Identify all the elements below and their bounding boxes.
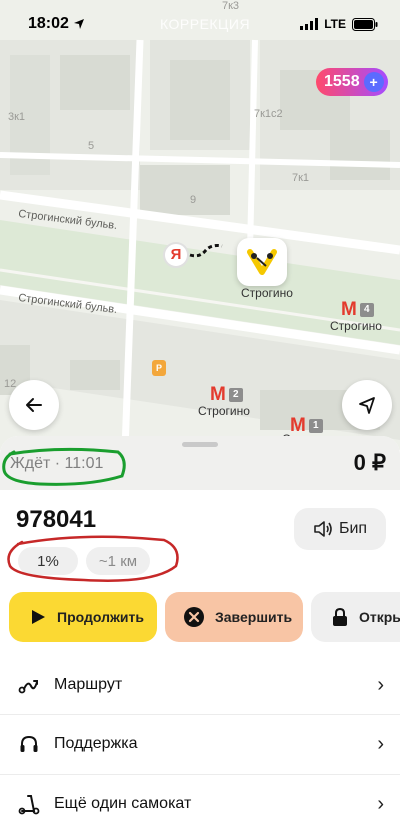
building-number: 7к1с2 [254,108,283,120]
scooter-pin-icon [247,249,277,275]
metro-station-name: Строгино [330,319,382,333]
battery-level-chip: 1% [18,547,78,575]
navigation-arrow-icon [359,397,375,414]
yandex-pin-icon: Я [163,242,189,268]
menu-item-another-scooter[interactable]: Ещё один самокат › [0,775,400,824]
building-number: 3к1 [8,111,26,123]
finish-label: Завершить [215,609,293,625]
continue-button[interactable]: Продолжить [9,592,157,642]
chevron-right-icon: › [377,732,384,755]
network-type: LTE [324,17,346,31]
menu-item-label: Маршрут [54,676,123,693]
headphones-icon [20,735,38,752]
plus-points-badge[interactable]: 1558 + [316,68,388,96]
metro-line-number: 4 [359,303,374,317]
battery-icon [352,17,378,31]
metro-line-number: 2 [228,388,243,402]
continue-label: Продолжить [57,609,144,625]
sheet-header: Ждёт · 11:01 0 ₽ [0,436,400,490]
menu-item-label: Поддержка [54,735,138,752]
clock-time: 18:02 [28,15,69,32]
menu-item-route[interactable]: Маршрут › [0,656,400,714]
scooter-icon [18,795,40,815]
lock-label: Откры [359,609,400,625]
metro-station-marker[interactable]: M 2 [210,384,243,406]
beep-button[interactable]: Бип [294,508,386,550]
building-number: 5 [88,140,95,152]
signal-icon [300,18,319,30]
scooter-number: 978041 [16,506,97,533]
back-button[interactable] [9,380,59,430]
chevron-right-icon: › [377,792,384,815]
plus-icon: + [363,72,384,92]
metro-icon: M [341,299,357,320]
metro-station-name: Строгино [198,404,250,418]
clock: 18:02 [28,15,85,33]
status-indicators: LTE [300,17,378,31]
route-icon [18,680,38,694]
arrow-left-icon [26,398,42,412]
waiting-status: Ждёт · 11:01 [10,455,104,472]
finish-button[interactable]: Завершить [165,592,303,642]
points-value: 1558 [324,73,360,90]
chevron-right-icon: › [377,673,384,696]
menu-item-support[interactable]: Поддержка › [0,715,400,773]
sheet-grabber[interactable] [182,442,218,447]
metro-line-number: 1 [308,419,323,433]
menu-item-label: Ещё один самокат [54,795,192,812]
metro-station-marker[interactable]: M 4 [341,299,374,321]
ride-bottom-sheet: Ждёт · 11:01 0 ₽ 978041 Бип 1% ~1 км Про… [0,436,400,824]
my-location-button[interactable] [342,380,392,430]
ride-price: 0 ₽ [353,450,386,475]
building-number: 7к1 [292,172,310,184]
speaker-icon [314,521,332,537]
range-chip: ~1 км [86,547,150,575]
parking-icon: P [152,360,166,376]
location-arrow-icon [73,19,84,29]
close-circle-icon [184,607,204,627]
building-number: 9 [190,194,197,206]
lock-icon [333,607,347,626]
scooter-location-label: Строгино [241,286,293,300]
beep-label: Бип [338,520,368,537]
lock-button[interactable]: Откры [311,592,400,642]
play-icon [32,610,45,624]
scooter-map-pin[interactable] [237,238,287,286]
metro-icon: M [210,384,226,405]
overlay-title: КОРРЕКЦИЯ [160,16,251,32]
